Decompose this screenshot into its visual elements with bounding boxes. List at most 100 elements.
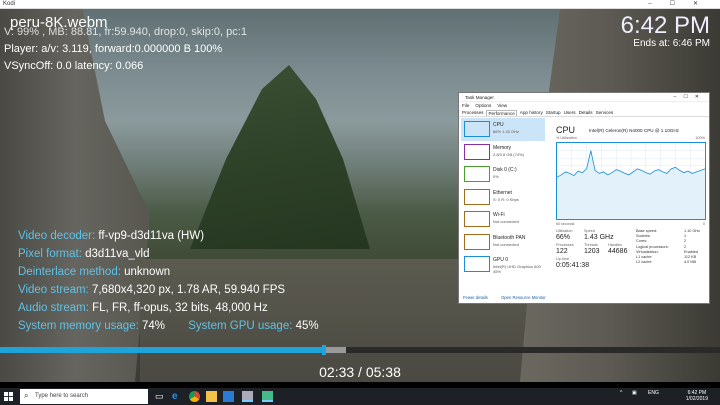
windows-start-icon[interactable] bbox=[4, 392, 13, 401]
tm-menu-view[interactable]: View bbox=[497, 103, 507, 108]
stat-value-threads: 1203 bbox=[584, 248, 600, 255]
tm-resource-item[interactable]: CPU 66% 1.43 GHz bbox=[461, 118, 545, 141]
cpu-graph-svg bbox=[556, 143, 706, 219]
tm-tabs: Processes Performance App history Startu… bbox=[459, 109, 709, 117]
spec-key: Base speed: bbox=[636, 229, 658, 233]
resource-thumbnail bbox=[464, 166, 490, 182]
seek-fill bbox=[0, 347, 324, 353]
tm-resource-item[interactable]: Wi-Fi Not connected bbox=[461, 208, 545, 231]
spec-value: 4.0 MB bbox=[684, 260, 697, 265]
file-explorer-icon[interactable] bbox=[206, 391, 217, 402]
resource-thumbnail bbox=[464, 121, 490, 137]
resource-sub: S: 0 R: 0 Kbps bbox=[493, 196, 519, 202]
timecode: 02:33 / 05:38 bbox=[319, 364, 401, 380]
resource-sub: 66% 1.43 GHz bbox=[493, 129, 520, 134]
tray-clock[interactable]: 6:42 PM 1/02/2019 bbox=[686, 390, 708, 402]
tm-resource-item[interactable]: Memory 2.8/3.8 GB (74%) bbox=[461, 141, 545, 164]
tm-window-controls[interactable]: –☐✕ bbox=[674, 94, 706, 100]
tm-resource-list: CPU 66% 1.43 GHz Memory 2.8/3.8 GB (74%) Dis… bbox=[461, 118, 545, 276]
graph-right-label: 0 bbox=[703, 222, 705, 226]
tab-processes[interactable]: Processes bbox=[462, 110, 483, 115]
tab-services[interactable]: Services bbox=[596, 110, 614, 115]
cpu-heading: CPU bbox=[556, 125, 576, 135]
tray-lang[interactable]: ENG bbox=[648, 390, 659, 396]
seek-bar[interactable] bbox=[0, 345, 720, 355]
resource-thumbnail bbox=[464, 233, 490, 250]
util-max: 100% bbox=[695, 136, 705, 140]
tab-details[interactable]: Details bbox=[579, 110, 593, 115]
resource-thumbnail bbox=[464, 256, 490, 272]
task-manager-window[interactable]: Task Manager –☐✕ File Options View Proce… bbox=[458, 92, 710, 304]
spec-value: 2 bbox=[684, 244, 687, 249]
network-icon[interactable]: ▣ bbox=[632, 390, 637, 396]
window-controls[interactable]: –☐✕ bbox=[648, 0, 716, 9]
cpu-model: Intel(R) Celeron(R) N4000 CPU @ 1.10GHz bbox=[589, 128, 679, 133]
edge-icon[interactable]: e bbox=[172, 391, 183, 402]
spec-key: L1 cache: bbox=[636, 255, 653, 259]
tm-resource-item[interactable]: Disk 0 (C:) 0% bbox=[461, 163, 545, 186]
stat-value-uptime: 0:05:41:38 bbox=[556, 262, 590, 269]
search-placeholder: Type here to search bbox=[35, 393, 89, 399]
resource-thumbnail bbox=[464, 211, 490, 227]
stat-value-utilization: 66% bbox=[556, 234, 571, 241]
stat-label-processes: Processes bbox=[556, 243, 574, 247]
tm-title: Task Manager bbox=[465, 95, 494, 100]
seek-handle[interactable] bbox=[322, 345, 326, 355]
resource-monitor-link[interactable]: Open Resource Monitor bbox=[501, 295, 545, 300]
resource-name: CPU bbox=[493, 122, 504, 128]
tab-app-history[interactable]: App history bbox=[520, 110, 543, 115]
resource-sub: Not connected bbox=[493, 219, 519, 224]
window-titlebar: Kodi –☐✕ bbox=[0, 0, 720, 9]
debug-stat-video: V: 99% , MB: 88.81, fr:59.940, drop:0, s… bbox=[4, 26, 247, 38]
spec-value: 2 bbox=[684, 239, 687, 244]
resource-name: Wi-Fi bbox=[493, 212, 505, 218]
tm-resource-item[interactable]: GPU 0 Intel(R) UHD Graphics 600 45% bbox=[461, 253, 545, 276]
spec-value: 1 bbox=[684, 234, 687, 239]
resource-thumbnail bbox=[464, 188, 490, 205]
resource-sub: 2.8/3.8 GB (74%) bbox=[493, 151, 524, 157]
stat-value-handles: 44686 bbox=[608, 248, 628, 255]
tm-menu-options[interactable]: Options bbox=[475, 103, 491, 108]
resource-sub: Not connected bbox=[493, 241, 519, 247]
debug-stat-vsync: VSyncOff: 0.0 latency: 0.066 bbox=[4, 60, 144, 72]
cpu-graph bbox=[556, 142, 706, 220]
clock: 6:42 PM bbox=[620, 12, 710, 39]
scene-mountain bbox=[190, 65, 370, 249]
task-manager-taskbar-icon[interactable] bbox=[262, 391, 273, 402]
task-view-icon[interactable]: ▭ bbox=[155, 391, 166, 402]
window-app-name: Kodi bbox=[3, 1, 16, 7]
tab-users[interactable]: Users bbox=[564, 110, 576, 115]
tm-resource-item[interactable]: Bluetooth PAN Not connected bbox=[461, 231, 545, 254]
tm-menu-file[interactable]: File bbox=[462, 103, 469, 108]
info-video-stream: Video stream: 7,680x4,320 px, 1.78 AR, 5… bbox=[18, 284, 286, 296]
debug-stat-player: Player: a/v: 3.119, forward:0.000000 B 1… bbox=[4, 43, 223, 55]
stat-label-handles: Handles bbox=[608, 243, 622, 247]
tm-titlebar: Task Manager –☐✕ bbox=[459, 93, 709, 102]
ends-at: Ends at: 6:46 PM bbox=[633, 38, 710, 49]
chrome-icon[interactable] bbox=[189, 391, 200, 402]
stat-value-speed: 1.43 GHz bbox=[584, 234, 614, 241]
fewer-details-link[interactable]: Fewer details bbox=[463, 295, 488, 300]
resource-name: Disk 0 (C:) bbox=[493, 167, 517, 173]
spec-key: Cores: bbox=[636, 239, 648, 244]
spec-key: Sockets: bbox=[636, 234, 651, 239]
tm-footer: Fewer details Open Resource Monitor bbox=[463, 295, 558, 300]
stat-value-processes: 122 bbox=[556, 248, 568, 255]
info-video-decoder: Video decoder: ff-vp9-d3d11va (HW) bbox=[18, 230, 205, 242]
tab-startup[interactable]: Startup bbox=[546, 110, 561, 115]
stat-label-speed: Speed bbox=[584, 229, 595, 233]
tm-resource-item[interactable]: Ethernet S: 0 R: 0 Kbps bbox=[461, 186, 545, 209]
stat-label-uptime: Up time bbox=[556, 257, 570, 261]
tray-chevron-icon[interactable]: ^ bbox=[620, 390, 622, 396]
store-icon[interactable] bbox=[223, 391, 234, 402]
resource-name: GPU 0 bbox=[493, 257, 509, 263]
graph-left-label: 60 seconds bbox=[556, 222, 575, 226]
tab-performance[interactable]: Performance bbox=[486, 109, 517, 116]
spec-key: L2 cache: bbox=[636, 260, 653, 265]
kodi-taskbar-icon[interactable] bbox=[242, 391, 253, 402]
spec-value: Enabled bbox=[684, 249, 698, 254]
info-deinterlace: Deinterlace method: unknown bbox=[18, 266, 171, 278]
taskbar-search[interactable]: ⌕ Type here to search bbox=[20, 389, 148, 404]
resource-sub: Intel(R) UHD Graphics 600 45% bbox=[493, 264, 541, 274]
spec-value: 1.10 GHz bbox=[684, 229, 701, 233]
